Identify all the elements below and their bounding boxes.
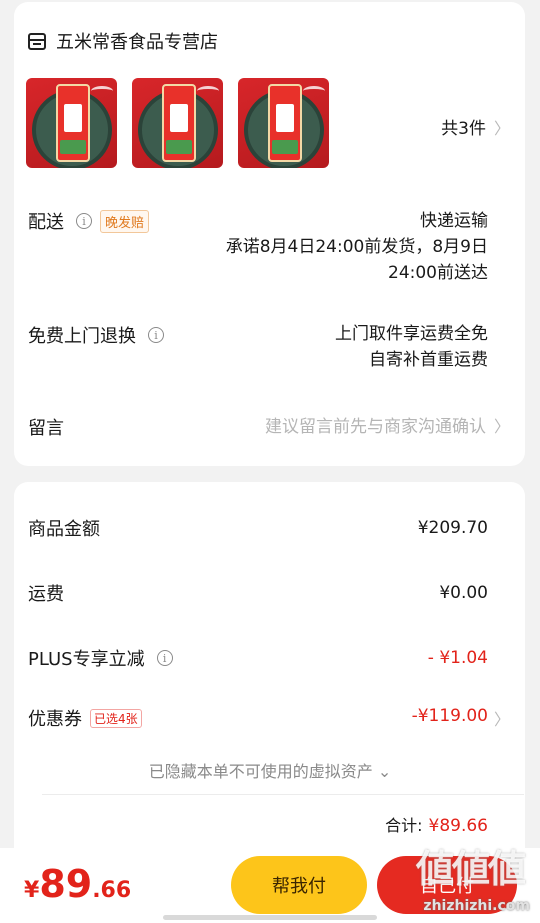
shop-header[interactable]: 五米常香食品专营店	[28, 28, 218, 54]
delivery-info: 快递运输 承诺8月4日24:00前发货，8月9日 24:00前送达	[226, 208, 488, 286]
note-label: 留言	[28, 414, 64, 440]
goods-amount-label: 商品金额	[28, 515, 100, 541]
coupon-selected-tag: 已选4张	[90, 708, 142, 728]
chevron-right-icon: 〉	[493, 118, 510, 138]
total-label: 合计:	[385, 816, 423, 835]
hidden-assets-toggle[interactable]: 已隐藏本单不可使用的虚拟资产 ⌄	[0, 758, 540, 782]
payable-price: ¥ 89 .66	[24, 862, 131, 906]
delivery-promise-line2: 24:00前送达	[388, 263, 488, 283]
coupon-value[interactable]: -¥119.00	[412, 706, 488, 726]
plus-discount-value: - ¥1.04	[427, 648, 488, 668]
delivery-label: 配送	[28, 212, 64, 233]
pay-myself-button[interactable]: 自己付	[377, 856, 517, 914]
info-icon[interactable]: i	[156, 650, 173, 666]
info-icon[interactable]: i	[76, 213, 92, 229]
product-thumbnail[interactable]	[238, 78, 329, 168]
help-me-pay-button[interactable]: 帮我付	[231, 856, 367, 914]
note-placeholder: 建议留言前先与商家沟通确认	[264, 417, 486, 437]
coupon-row: 优惠券 已选4张	[28, 705, 142, 731]
delivery-row: 配送 i 晚发赔	[28, 208, 150, 234]
late-compensation-tag: 晚发赔	[100, 209, 150, 233]
return-line1: 上门取件享运费全免	[335, 324, 488, 344]
free-return-label: 免费上门退换	[28, 326, 136, 347]
shipping-value: ¥0.00	[439, 583, 488, 603]
store-icon	[28, 32, 46, 50]
product-thumbnail[interactable]	[132, 78, 223, 168]
info-icon[interactable]: i	[148, 327, 164, 343]
item-count-link[interactable]: 共3件 〉	[441, 114, 510, 140]
shipping-label-text: 运费	[28, 584, 64, 605]
note-input[interactable]: 建议留言前先与商家沟通确认 〉	[264, 412, 510, 438]
chevron-right-icon: 〉	[493, 416, 510, 436]
item-count: 共3件	[441, 119, 486, 139]
shop-name: 五米常香食品专营店	[56, 32, 218, 53]
home-indicator[interactable]	[163, 915, 377, 920]
total-value: ¥89.66	[428, 816, 488, 836]
return-line2: 自寄补首重运费	[369, 350, 488, 370]
free-return-row: 免费上门退换 i	[28, 322, 164, 348]
price-currency: ¥	[24, 878, 40, 903]
goods-amount-label-text: 商品金额	[28, 519, 100, 540]
coupon-label: 优惠券	[28, 709, 82, 730]
free-return-info: 上门取件享运费全免 自寄补首重运费	[335, 321, 488, 373]
plus-discount-row: PLUS专享立减 i	[28, 645, 173, 671]
price-integer: 89	[39, 862, 93, 906]
note-label-text: 留言	[28, 418, 64, 439]
plus-discount-label: PLUS专享立减	[28, 649, 145, 670]
price-decimal: .66	[92, 878, 132, 903]
total-row: 合计: ¥89.66	[385, 812, 488, 836]
product-thumbnail[interactable]	[26, 78, 117, 168]
delivery-method: 快递运输	[420, 211, 488, 231]
chevron-right-icon[interactable]: 〉	[494, 706, 510, 730]
delivery-promise-line1: 承诺8月4日24:00前发货，8月9日	[225, 237, 488, 257]
goods-amount-value: ¥209.70	[417, 518, 488, 538]
divider	[42, 794, 524, 795]
product-thumbnails[interactable]	[26, 78, 329, 168]
shipping-label: 运费	[28, 580, 64, 606]
